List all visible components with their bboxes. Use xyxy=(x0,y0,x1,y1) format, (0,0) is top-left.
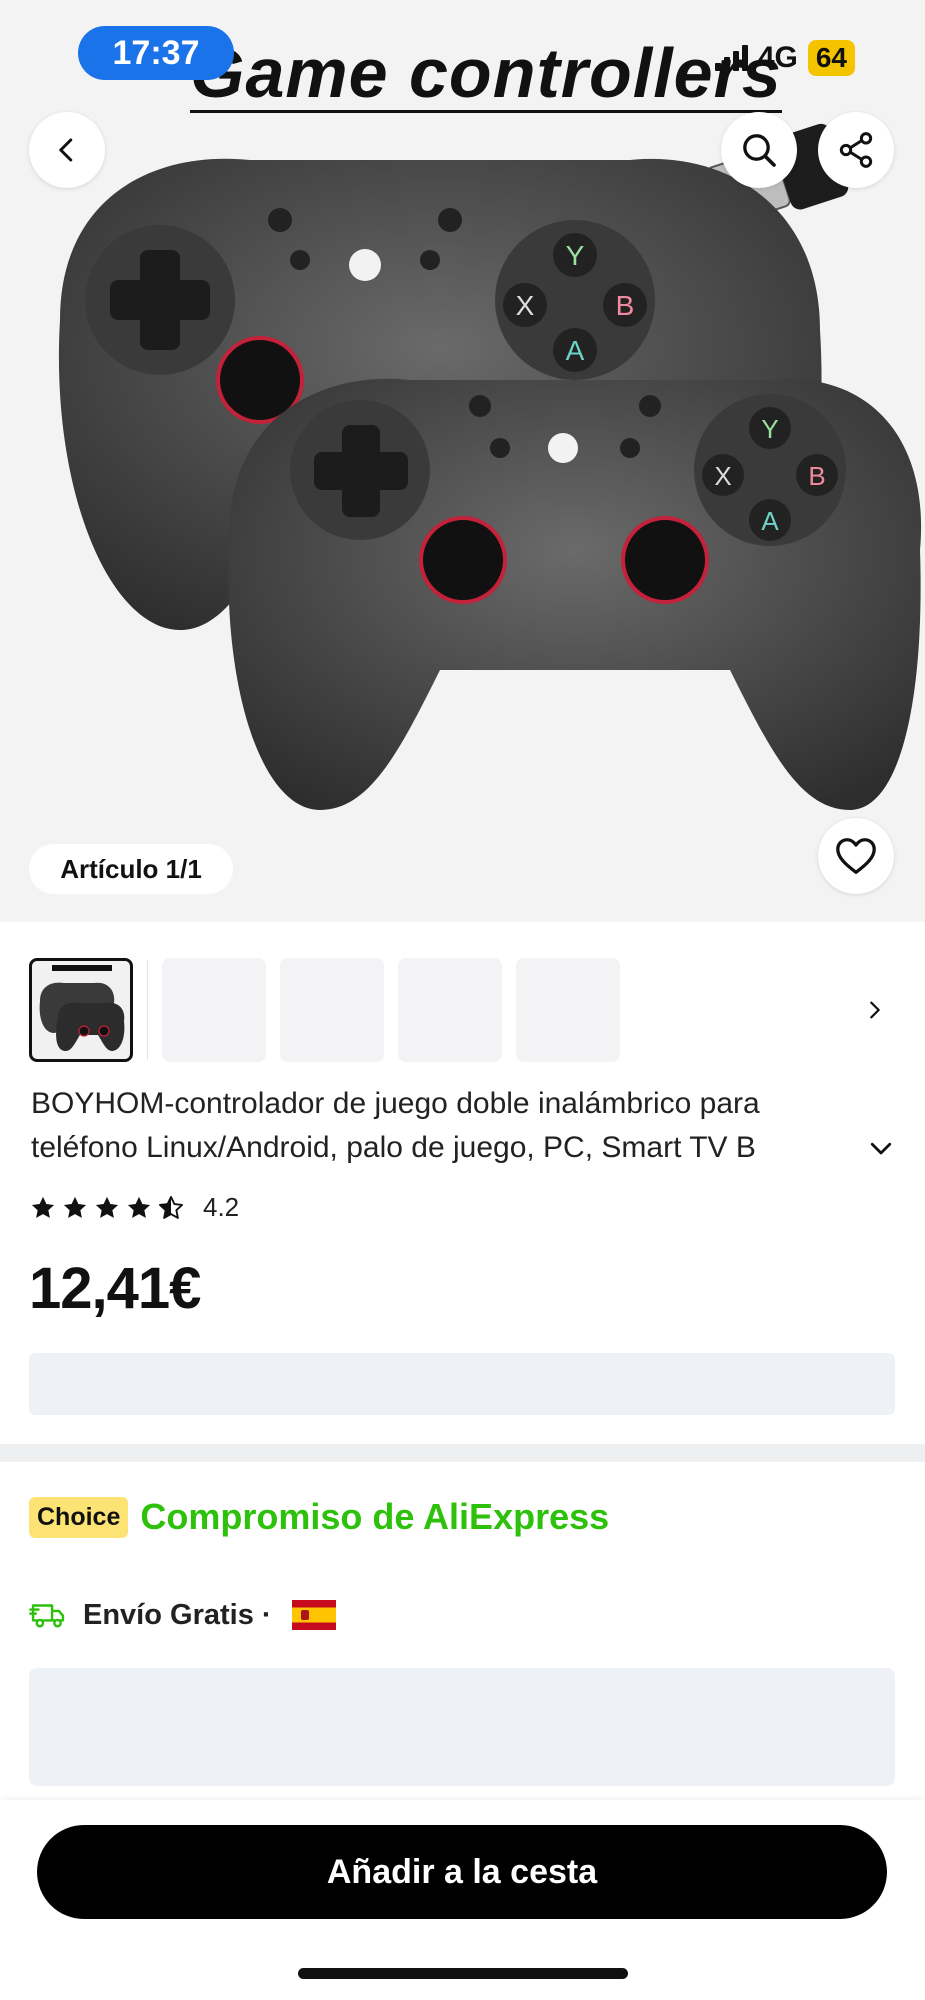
price: 12,41€ xyxy=(29,1256,201,1321)
battery-level: 64 xyxy=(807,40,855,76)
chevron-right-icon xyxy=(870,1001,880,1019)
rating-value: 4.2 xyxy=(203,1192,240,1222)
truck-icon xyxy=(29,1604,65,1628)
thumbnail-2[interactable] xyxy=(162,958,266,1062)
svg-text:X: X xyxy=(714,461,731,491)
status-time: 17:37 xyxy=(78,26,234,80)
thumbnail-separator xyxy=(147,960,148,1060)
controller-front: Y X B A xyxy=(228,378,922,810)
svg-text:A: A xyxy=(566,335,585,366)
thumbnail-1[interactable] xyxy=(29,958,133,1062)
svg-text:A: A xyxy=(761,506,779,536)
add-to-cart-button[interactable]: Añadir a la cesta xyxy=(37,1825,887,1919)
choice-badge: Choice xyxy=(29,1496,129,1538)
choice-text: Compromiso de AliExpress xyxy=(140,1496,610,1537)
home-indicator xyxy=(298,1968,628,1979)
star-icon xyxy=(63,1196,87,1218)
star-icon xyxy=(127,1196,151,1218)
share-icon xyxy=(839,132,873,168)
image-caption: Game controllers xyxy=(190,34,782,113)
signal-icon xyxy=(714,45,748,71)
product-page: Y X B A Y X B A Game controllers 17:37 4… xyxy=(0,0,925,2000)
chevron-down-icon[interactable] xyxy=(866,1133,896,1163)
product-image: Y X B A Y X B A xyxy=(58,123,922,810)
loading-placeholder-box xyxy=(29,1668,895,1786)
svg-text:Y: Y xyxy=(761,414,778,444)
section-divider xyxy=(0,1444,925,1462)
wishlist-button[interactable] xyxy=(818,818,894,894)
svg-text:X: X xyxy=(516,290,535,321)
network-type: 4G xyxy=(757,41,798,74)
share-button[interactable] xyxy=(818,112,894,188)
thumbnail-3[interactable] xyxy=(280,958,384,1062)
product-title-line2-row: teléfono Linux/Android, palo de juego, P… xyxy=(31,1126,896,1170)
star-outline-icon xyxy=(158,1195,184,1219)
product-title[interactable]: BOYHOM-controlador de juego doble inalám… xyxy=(31,1082,896,1170)
shipping-info[interactable]: Envío Gratis · xyxy=(29,1598,336,1632)
thumbnails-next-button[interactable] xyxy=(855,990,895,1030)
svg-text:B: B xyxy=(808,461,825,491)
product-title-line1: BOYHOM-controlador de juego doble inalám… xyxy=(31,1087,760,1120)
back-icon xyxy=(59,138,73,162)
shipping-label: Envío Gratis · xyxy=(83,1598,272,1631)
product-title-line2: teléfono Linux/Android, palo de juego, P… xyxy=(31,1131,756,1164)
svg-text:B: B xyxy=(616,290,635,321)
star-icon xyxy=(95,1196,119,1218)
thumbnail-strip xyxy=(29,958,895,1062)
thumbnail-4[interactable] xyxy=(398,958,502,1062)
status-indicators: 4G 64 xyxy=(714,40,855,76)
search-button[interactable] xyxy=(721,112,797,188)
rating[interactable]: 4.2 xyxy=(29,1192,239,1223)
heart-icon xyxy=(836,838,876,874)
article-counter: Artículo 1/1 xyxy=(29,844,233,894)
svg-text:Y: Y xyxy=(566,240,585,271)
product-image-gallery[interactable]: Y X B A Y X B A Game controllers 17:37 4… xyxy=(0,0,925,922)
back-button[interactable] xyxy=(29,112,105,188)
loading-placeholder-bar xyxy=(29,1353,895,1415)
choice-commitment[interactable]: Choice Compromiso de AliExpress xyxy=(29,1496,609,1538)
thumbnail-5[interactable] xyxy=(516,958,620,1062)
spain-flag-icon xyxy=(291,1600,336,1630)
search-icon xyxy=(743,134,776,167)
star-icon xyxy=(31,1196,55,1218)
thumbnail-image xyxy=(39,965,125,1051)
